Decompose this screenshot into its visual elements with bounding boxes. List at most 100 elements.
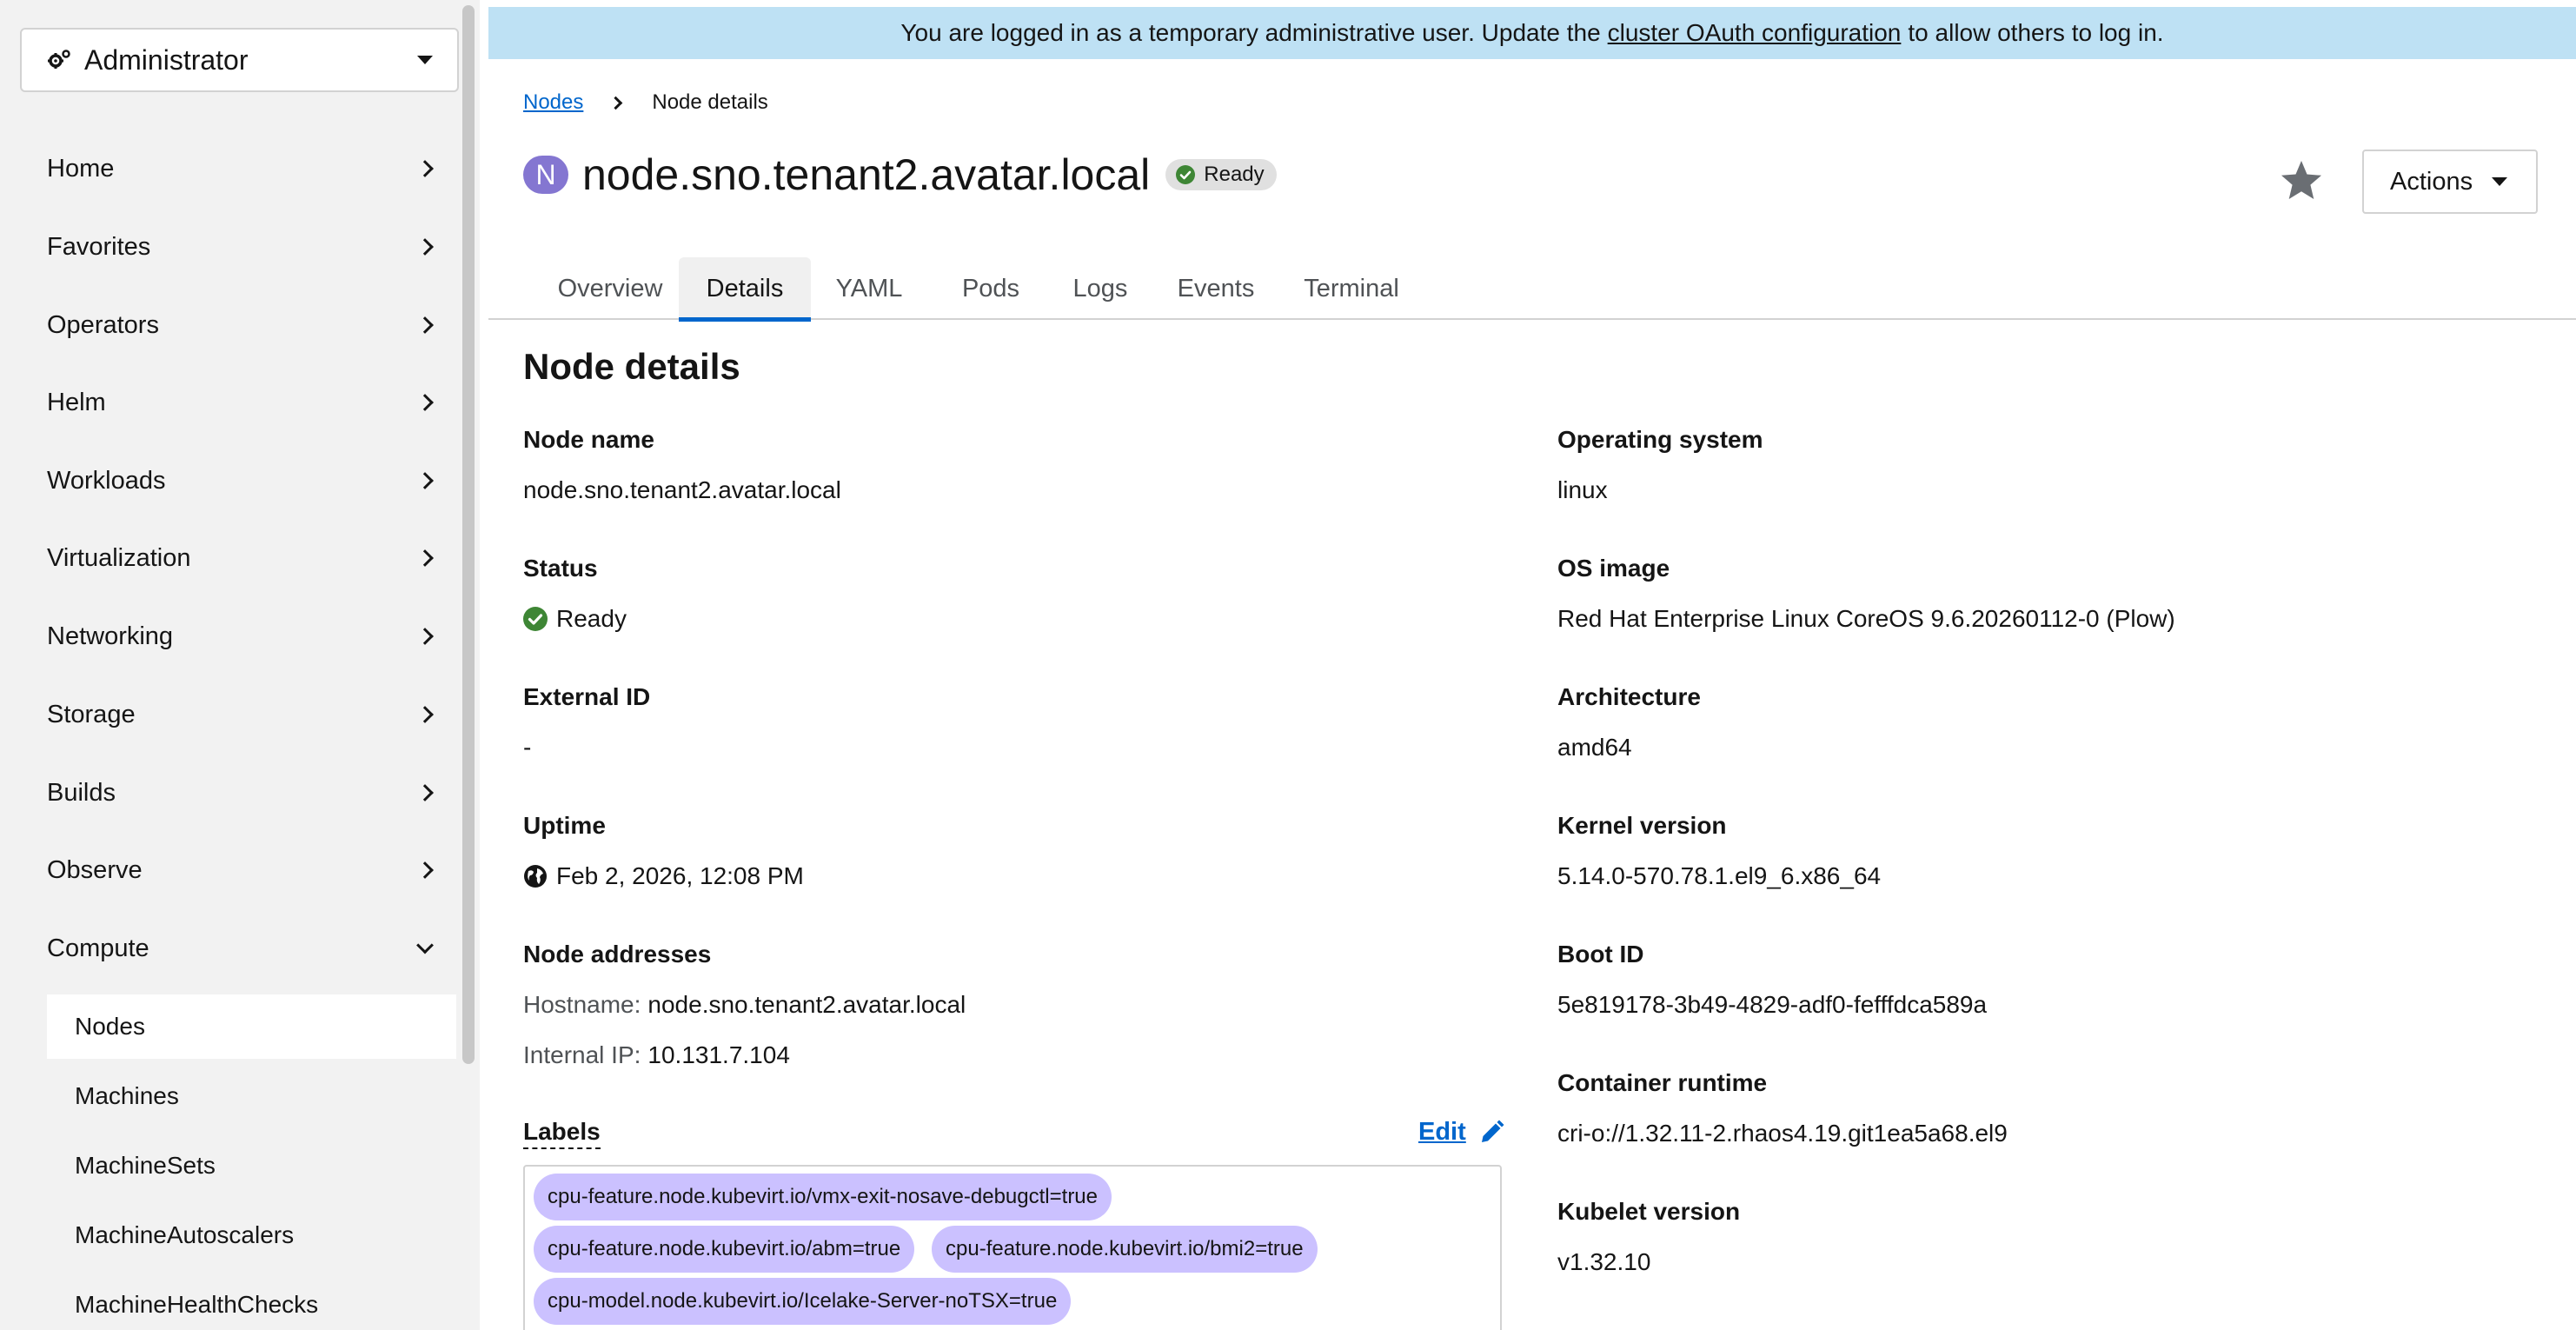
caret-down-icon — [2492, 177, 2508, 186]
nav-operators[interactable]: Operators — [0, 290, 456, 360]
nav-sub-label: MachineAutoscalers — [75, 1221, 295, 1248]
nav-observe[interactable]: Observe — [0, 835, 456, 905]
labels-container: cpu-feature.node.kubevirt.io/vmx-exit-no… — [523, 1165, 1502, 1330]
sidebar-scrollbar[interactable] — [462, 5, 475, 1064]
boot-id-value: 5e819178-3b49-4829-adf0-fefffdca589a — [1557, 991, 1988, 1018]
tab-overview[interactable]: Overview — [551, 257, 669, 320]
globe-icon — [524, 865, 547, 888]
container-runtime-value: cri-o://1.32.11-2.rhaos4.19.git1ea5a68.e… — [1557, 1120, 2008, 1147]
status-value: Ready — [523, 605, 627, 633]
nav-label: Builds — [47, 778, 116, 807]
oauth-config-link[interactable]: cluster OAuth configuration — [1608, 19, 1902, 47]
perspective-label: Administrator — [84, 43, 249, 76]
node-name-label: Node name — [523, 426, 654, 453]
banner-text-prefix: You are logged in as a temporary adminis… — [900, 19, 1601, 46]
nav-networking[interactable]: Networking — [0, 602, 456, 671]
nav-label: Workloads — [47, 466, 166, 495]
tab-yaml[interactable]: YAML — [826, 257, 913, 320]
status-badge: Ready — [1165, 159, 1277, 190]
star-icon[interactable] — [2279, 158, 2324, 203]
nav-label: Observe — [47, 855, 143, 884]
label-chip[interactable]: cpu-feature.node.kubevirt.io/abm=true — [534, 1226, 915, 1273]
chevron-right-icon — [416, 861, 434, 879]
external-id-value: - — [523, 734, 532, 761]
nav-sub-label: MachineSets — [75, 1152, 216, 1179]
kubelet-version-label: Kubelet version — [1557, 1198, 1741, 1225]
chevron-right-icon — [416, 472, 434, 489]
nav-helm[interactable]: Helm — [0, 368, 456, 437]
cog-icon — [48, 50, 70, 69]
uptime-label: Uptime — [523, 812, 606, 839]
status-label: Status — [523, 555, 598, 582]
chevron-down-icon — [416, 936, 434, 954]
uptime-text: Feb 2, 2026, 12:08 PM — [556, 862, 804, 889]
architecture-label: Architecture — [1557, 683, 1701, 710]
nav-label: Home — [47, 154, 115, 183]
node-name-value: node.sno.tenant2.avatar.local — [523, 476, 841, 503]
actions-dropdown[interactable]: Actions — [2362, 150, 2538, 214]
perspective-switcher[interactable]: Administrator — [20, 28, 459, 92]
os-value: linux — [1557, 476, 1608, 503]
nav-workloads[interactable]: Workloads — [0, 446, 456, 515]
boot-id-label: Boot ID — [1557, 941, 1644, 968]
tab-logs[interactable]: Logs — [1062, 257, 1139, 320]
page-heading: N node.sno.tenant2.avatar.local Ready — [523, 150, 1277, 200]
nav-sub-label: Nodes — [75, 1013, 145, 1040]
container-runtime-label: Container runtime — [1557, 1069, 1768, 1096]
nav-label: Virtualization — [47, 543, 191, 572]
breadcrumb-nodes-link[interactable]: Nodes — [523, 90, 583, 115]
label-chip[interactable]: cpu-feature.node.kubevirt.io/vmx-exit-no… — [534, 1174, 1112, 1220]
tab-details[interactable]: Details — [679, 257, 811, 322]
chevron-right-icon — [416, 394, 434, 411]
kernel-version-value: 5.14.0-570.78.1.el9_6.x86_64 — [1557, 862, 1882, 889]
nav-nodes[interactable]: Nodes — [47, 994, 456, 1059]
tab-terminal[interactable]: Terminal — [1291, 257, 1411, 320]
edit-label: Edit — [1418, 1118, 1466, 1146]
chevron-right-icon — [416, 238, 434, 256]
hostname-value: node.sno.tenant2.avatar.local — [647, 991, 966, 1018]
status-badge-label: Ready — [1204, 163, 1265, 186]
chevron-right-icon — [416, 316, 434, 334]
os-label: Operating system — [1557, 426, 1763, 453]
os-image-label: OS image — [1557, 555, 1670, 582]
architecture-value: amd64 — [1557, 734, 1632, 761]
chevron-right-icon — [416, 160, 434, 177]
kernel-version-label: Kernel version — [1557, 812, 1727, 839]
nav-label: Favorites — [47, 232, 151, 261]
nav-builds[interactable]: Builds — [0, 758, 456, 828]
uptime-value: Feb 2, 2026, 12:08 PM — [523, 862, 804, 890]
labels-title[interactable]: Labels — [523, 1118, 601, 1149]
os-image-value: Red Hat Enterprise Linux CoreOS 9.6.2026… — [1557, 605, 2175, 632]
nav-machinehealthchecks[interactable]: MachineHealthChecks — [47, 1273, 456, 1330]
nav-machinesets[interactable]: MachineSets — [47, 1134, 456, 1198]
external-id-label: External ID — [523, 683, 651, 710]
nav-label: Operators — [47, 310, 159, 339]
internal-ip-row: Internal IP: 10.131.7.104 — [523, 1041, 790, 1069]
nav-virtualization[interactable]: Virtualization — [0, 523, 456, 593]
nav-sub-label: Machines — [75, 1082, 179, 1109]
nav-favorites[interactable]: Favorites — [0, 212, 456, 282]
nav-home[interactable]: Home — [0, 134, 456, 203]
nav-machineautoscalers[interactable]: MachineAutoscalers — [47, 1203, 456, 1267]
nav-machines[interactable]: Machines — [47, 1064, 456, 1128]
tab-events[interactable]: Events — [1168, 257, 1264, 320]
chevron-right-icon — [416, 706, 434, 723]
nav-label: Helm — [47, 388, 106, 416]
internal-ip-key: Internal IP: — [523, 1041, 641, 1068]
label-chip[interactable]: cpu-feature.node.kubevirt.io/bmi2=true — [932, 1226, 1318, 1273]
label-chip[interactable]: cpu-model.node.kubevirt.io/Icelake-Serve… — [534, 1278, 1072, 1325]
nav-storage[interactable]: Storage — [0, 680, 456, 749]
nav-label: Networking — [47, 622, 174, 650]
nav-compute[interactable]: Compute — [0, 914, 456, 983]
check-circle-icon — [523, 607, 548, 631]
chevron-right-icon — [416, 628, 434, 645]
chevron-right-icon — [416, 549, 434, 567]
labels-edit-button[interactable]: Edit — [1418, 1118, 1504, 1147]
resource-kind-badge: N — [523, 156, 568, 194]
tab-bar: Overview Details YAML Pods Logs Events T… — [488, 254, 2576, 322]
breadcrumb: Nodes Node details — [523, 90, 768, 115]
actions-label: Actions — [2390, 167, 2473, 196]
sidebar: Administrator Home Favorites Operators H… — [0, 0, 480, 1330]
tab-pods[interactable]: Pods — [949, 257, 1032, 320]
chevron-right-icon — [609, 96, 623, 110]
